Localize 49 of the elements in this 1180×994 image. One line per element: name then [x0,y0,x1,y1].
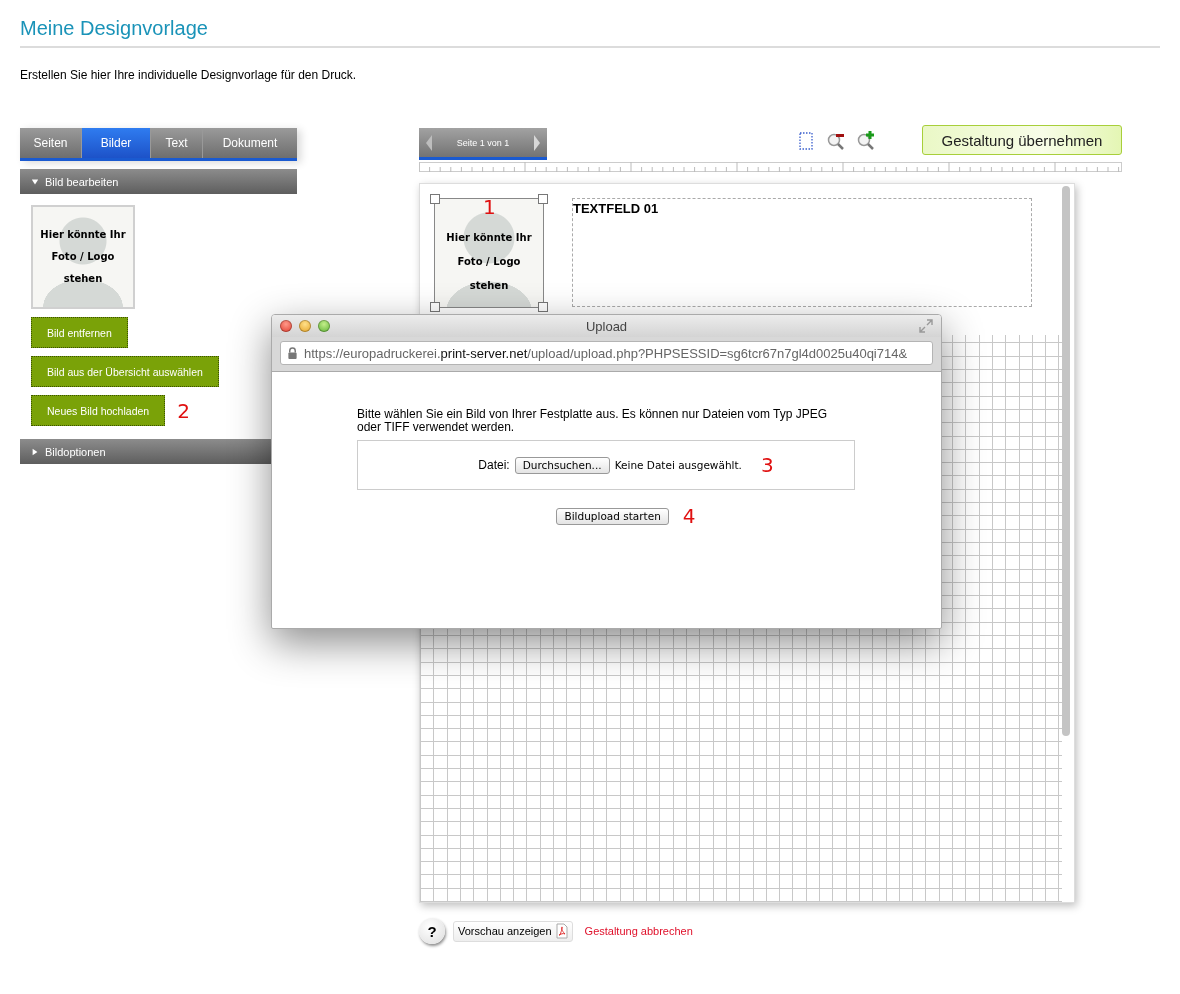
resize-handle[interactable] [430,302,440,312]
placeholder-text: Hier könnte Ihr Foto / Logo stehen [446,231,532,293]
resize-handle[interactable] [538,194,548,204]
tab[interactable]: Seiten [20,128,82,158]
lock-icon [287,346,298,360]
scrollbar[interactable] [1062,186,1070,736]
close-button[interactable] [280,320,292,332]
page-indicator: Seite 1 von 1 [456,137,510,148]
dialog-title: Upload [585,318,628,334]
preview-button[interactable]: Vorschau anzeigen [453,920,573,942]
zoom-button[interactable] [318,320,330,332]
browse-button[interactable]: Durchsuchen... [514,456,610,474]
action-button[interactable]: Bild entfernen [31,317,128,348]
resize-handle[interactable] [430,194,440,204]
action-button[interactable]: Bild aus der Übersicht auswählen [31,356,219,387]
tab[interactable]: Dokument [203,128,297,158]
pdf-icon [555,923,568,939]
fullscreen-icon[interactable] [919,319,933,333]
placeholder-text: Hier könnte Ihr Foto / Logo stehen [40,228,126,286]
apply-design-button[interactable]: Gestaltung übernehmen [922,125,1122,155]
resize-handle[interactable] [538,302,548,312]
tab[interactable]: Text [151,128,203,158]
file-label: Datei: [478,458,510,472]
selection-icon[interactable] [796,131,816,151]
address-bar[interactable]: https://europadruckerei.print-server.net/upload/upload.php?PHPSESSID=sg6tcr67n7gl4d0025u40qi714& [280,341,933,365]
section-title: Bildoptionen [45,445,106,458]
help-button[interactable]: ? [419,918,445,944]
triangle-icon [31,447,39,456]
intro-text: Erstellen Sie hier Ihre individuelle Designvorlage für den Druck. [20,68,358,82]
file-status: Keine Datei ausgewählt. [614,459,742,471]
page-title: Meine Designvorlage [20,16,209,41]
annotation-number: 3 [760,453,774,477]
annotation-number: 4 [682,504,696,528]
zoom-in-icon[interactable] [856,131,876,151]
instruction-text: Bitte wählen Sie ein Bild von Ihrer Festplatte aus. Es können nur Dateien vom Typ JPEG oder TIFF verwendet werden. [357,408,829,434]
section-header[interactable]: Bild bearbeiten [20,169,297,194]
annotation-number: 1 [483,195,496,219]
annotation-number: 2 [177,398,190,423]
upload-button[interactable]: Bildupload starten [556,507,669,525]
minimize-button[interactable] [299,320,311,332]
tab[interactable]: Bilder [82,128,151,158]
section-title: Bild bearbeiten [45,175,119,188]
text-frame-content: TEXTFELD 01 [573,200,659,216]
text-frame[interactable]: TEXTFELD 01 [572,198,1032,307]
cancel-design-link[interactable]: Gestaltung abbrechen [584,925,693,937]
triangle-icon [31,177,39,186]
action-button[interactable]: Neues Bild hochladen [31,395,166,426]
zoom-out-icon[interactable] [826,131,846,151]
url-text: https://europadruckerei.print-server.net/upload/upload.php?PHPSESSID=sg6tcr67n7gl4d0025u40qi714& [304,345,908,361]
